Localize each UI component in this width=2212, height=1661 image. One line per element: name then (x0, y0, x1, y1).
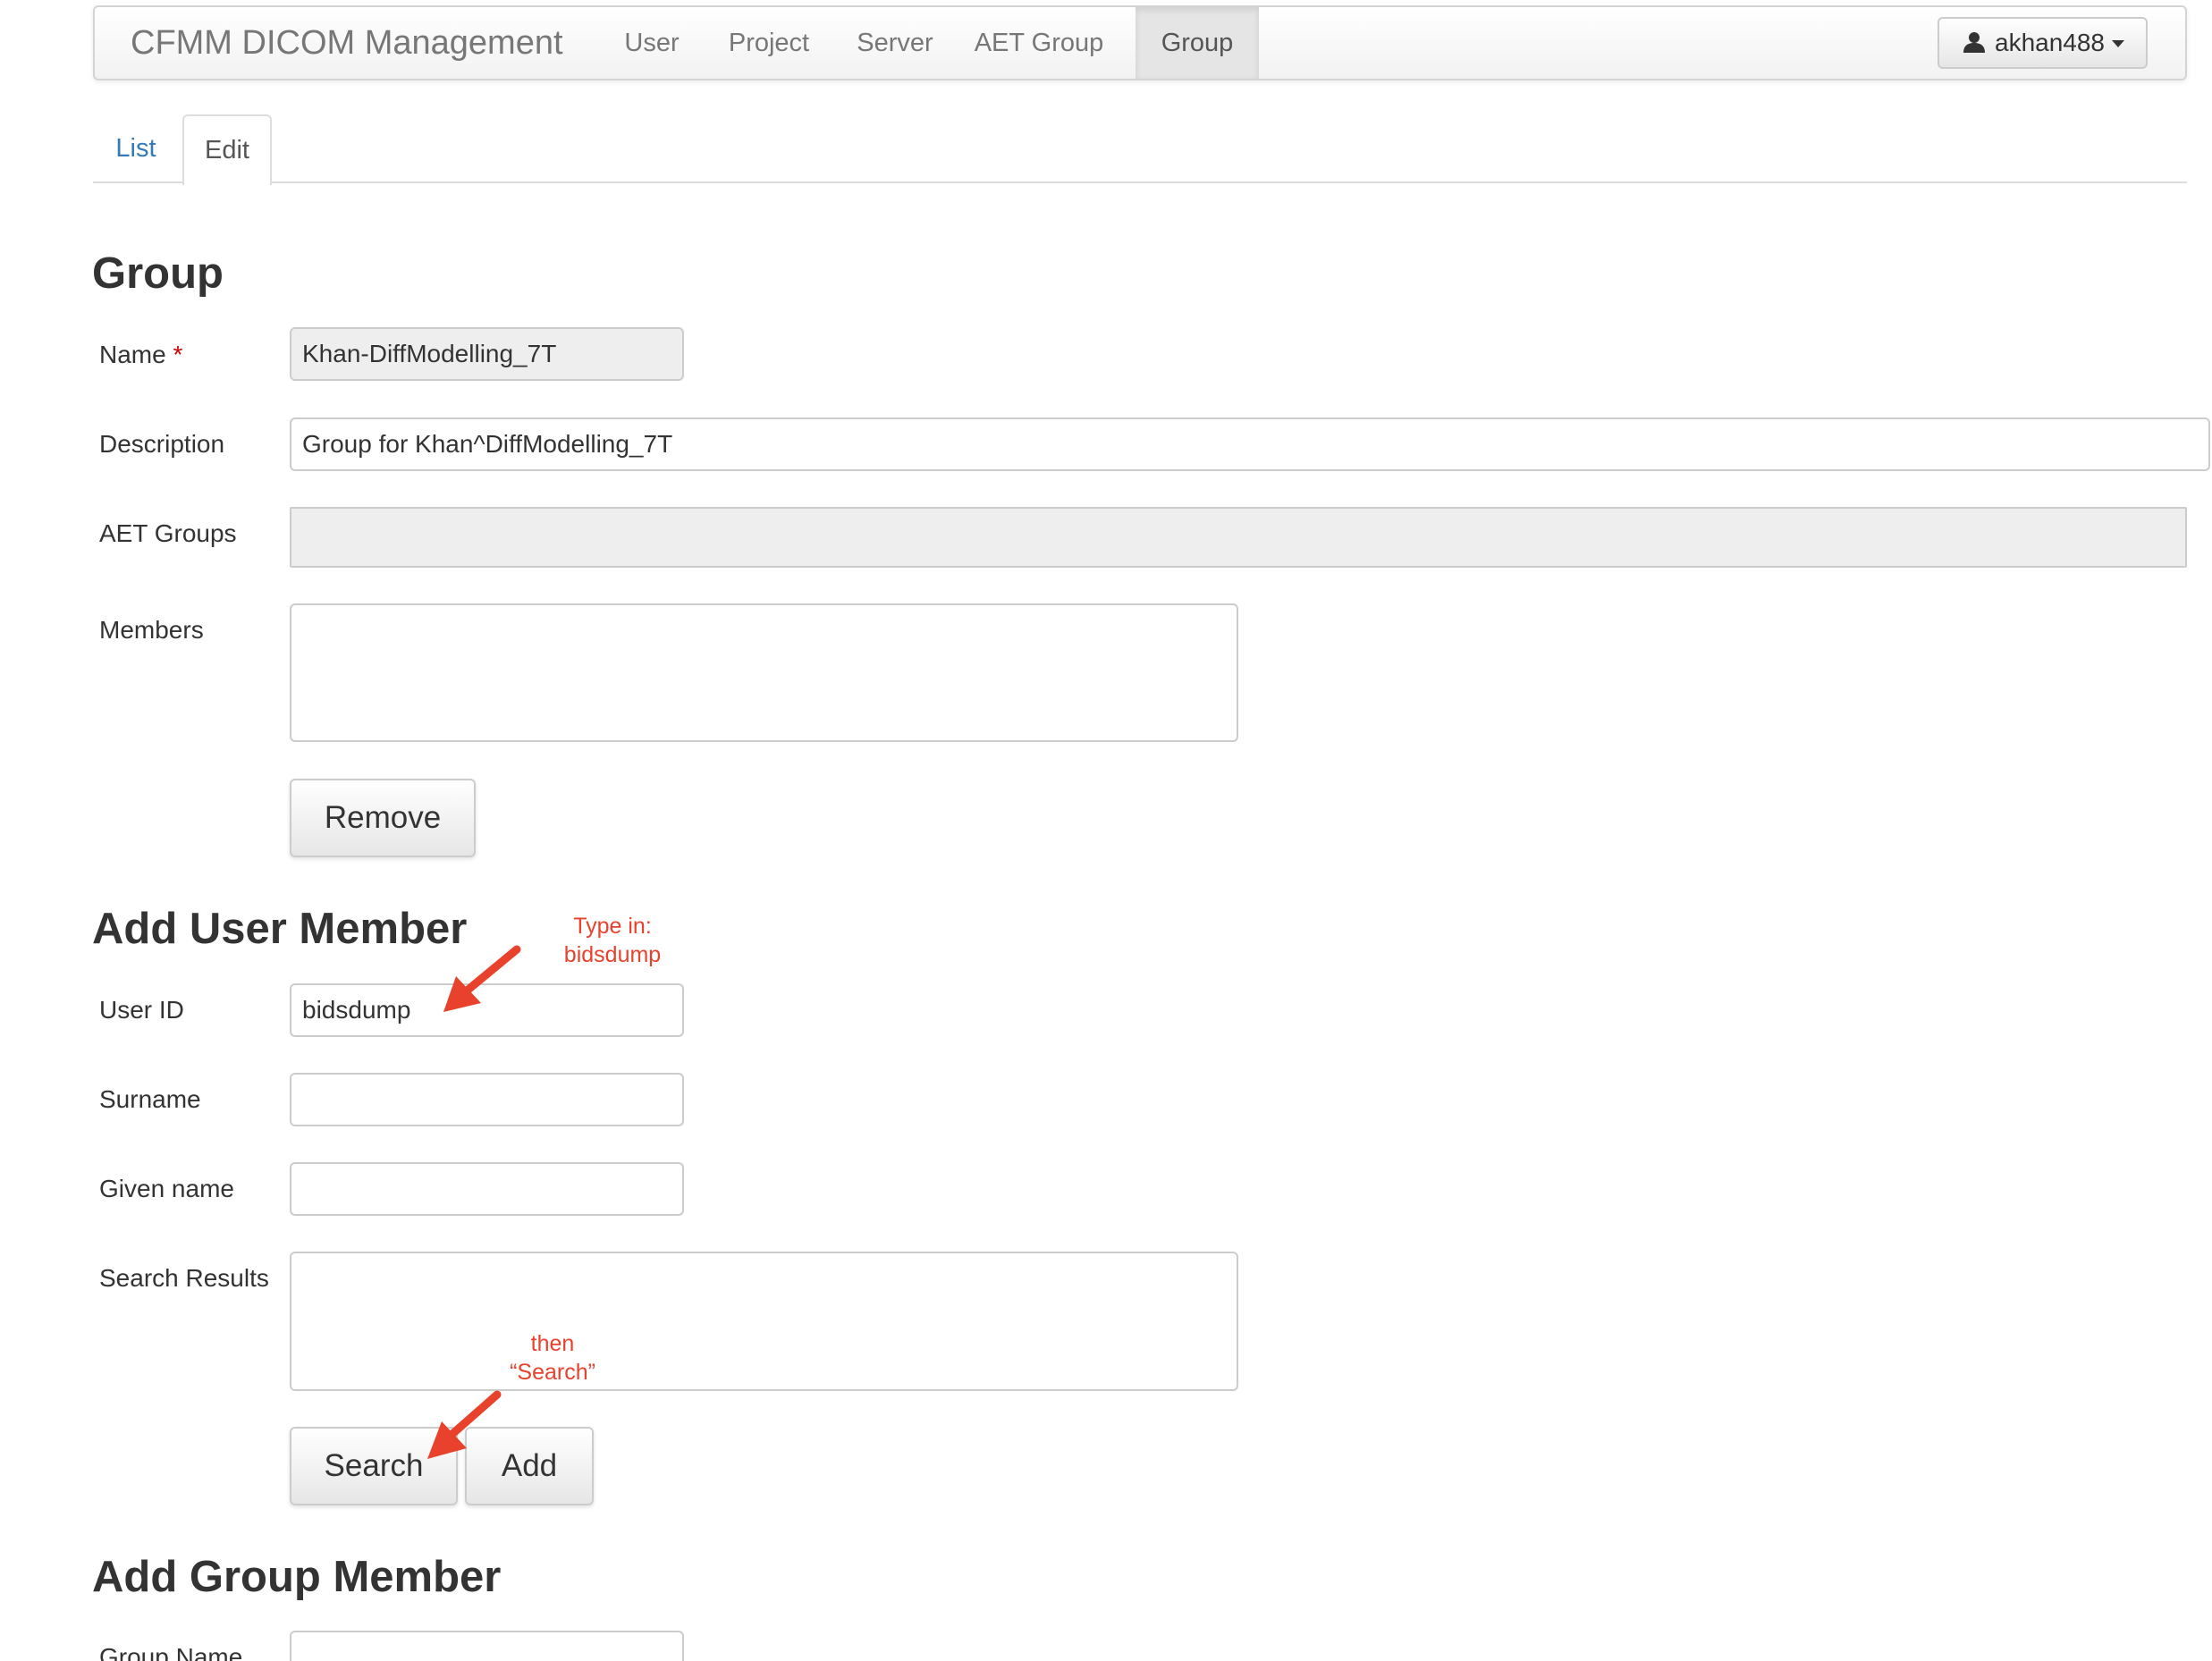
then-search-annotation: then “Search” (510, 1331, 595, 1385)
tabs-divider (93, 181, 2187, 183)
search-results-list[interactable] (290, 1252, 1238, 1391)
remove-button[interactable]: Remove (290, 779, 476, 857)
aet-groups-field[interactable] (290, 507, 2187, 568)
username-label: akhan488 (1995, 29, 2106, 56)
nav-item-group[interactable]: Group (1136, 7, 1259, 79)
aet-groups-label: AET Groups (99, 519, 237, 547)
description-field[interactable] (290, 417, 2210, 471)
members-label: Members (99, 616, 204, 644)
tab-list[interactable]: List (93, 114, 179, 183)
nav-item-server[interactable]: Server (837, 7, 953, 79)
add-user-member-heading: Add User Member (92, 905, 468, 953)
top-navbar: CFMM DICOM Management User Project Serve… (93, 5, 2187, 80)
members-list[interactable] (290, 603, 1238, 742)
nav-item-aet-group[interactable]: AET Group (958, 7, 1119, 79)
app-brand[interactable]: CFMM DICOM Management (131, 7, 563, 79)
tab-edit[interactable]: Edit (182, 114, 272, 185)
name-field[interactable] (290, 327, 684, 381)
given-name-label: Given name (99, 1175, 234, 1202)
required-marker: * (173, 341, 183, 368)
arrow-icon (427, 1390, 502, 1459)
group-name-input[interactable] (290, 1631, 684, 1661)
user-icon (1963, 32, 1985, 53)
group-heading: Group (92, 249, 224, 298)
user-id-label: User ID (99, 996, 184, 1024)
surname-input[interactable] (290, 1073, 684, 1126)
caret-down-icon (2112, 40, 2125, 47)
name-label: Name * (99, 341, 183, 368)
description-label: Description (99, 430, 225, 458)
nav-item-project[interactable]: Project (706, 7, 832, 79)
nav-item-user[interactable]: User (604, 7, 699, 79)
search-results-label: Search Results (99, 1264, 269, 1292)
surname-label: Surname (99, 1085, 201, 1113)
user-menu-button[interactable]: akhan488 (1938, 17, 2148, 69)
group-name-label: Group Name (99, 1643, 243, 1661)
given-name-input[interactable] (290, 1162, 684, 1216)
arrow-icon (443, 945, 521, 1012)
add-group-member-heading: Add Group Member (92, 1553, 502, 1601)
type-in-annotation: Type in: bidsdump (563, 914, 662, 967)
